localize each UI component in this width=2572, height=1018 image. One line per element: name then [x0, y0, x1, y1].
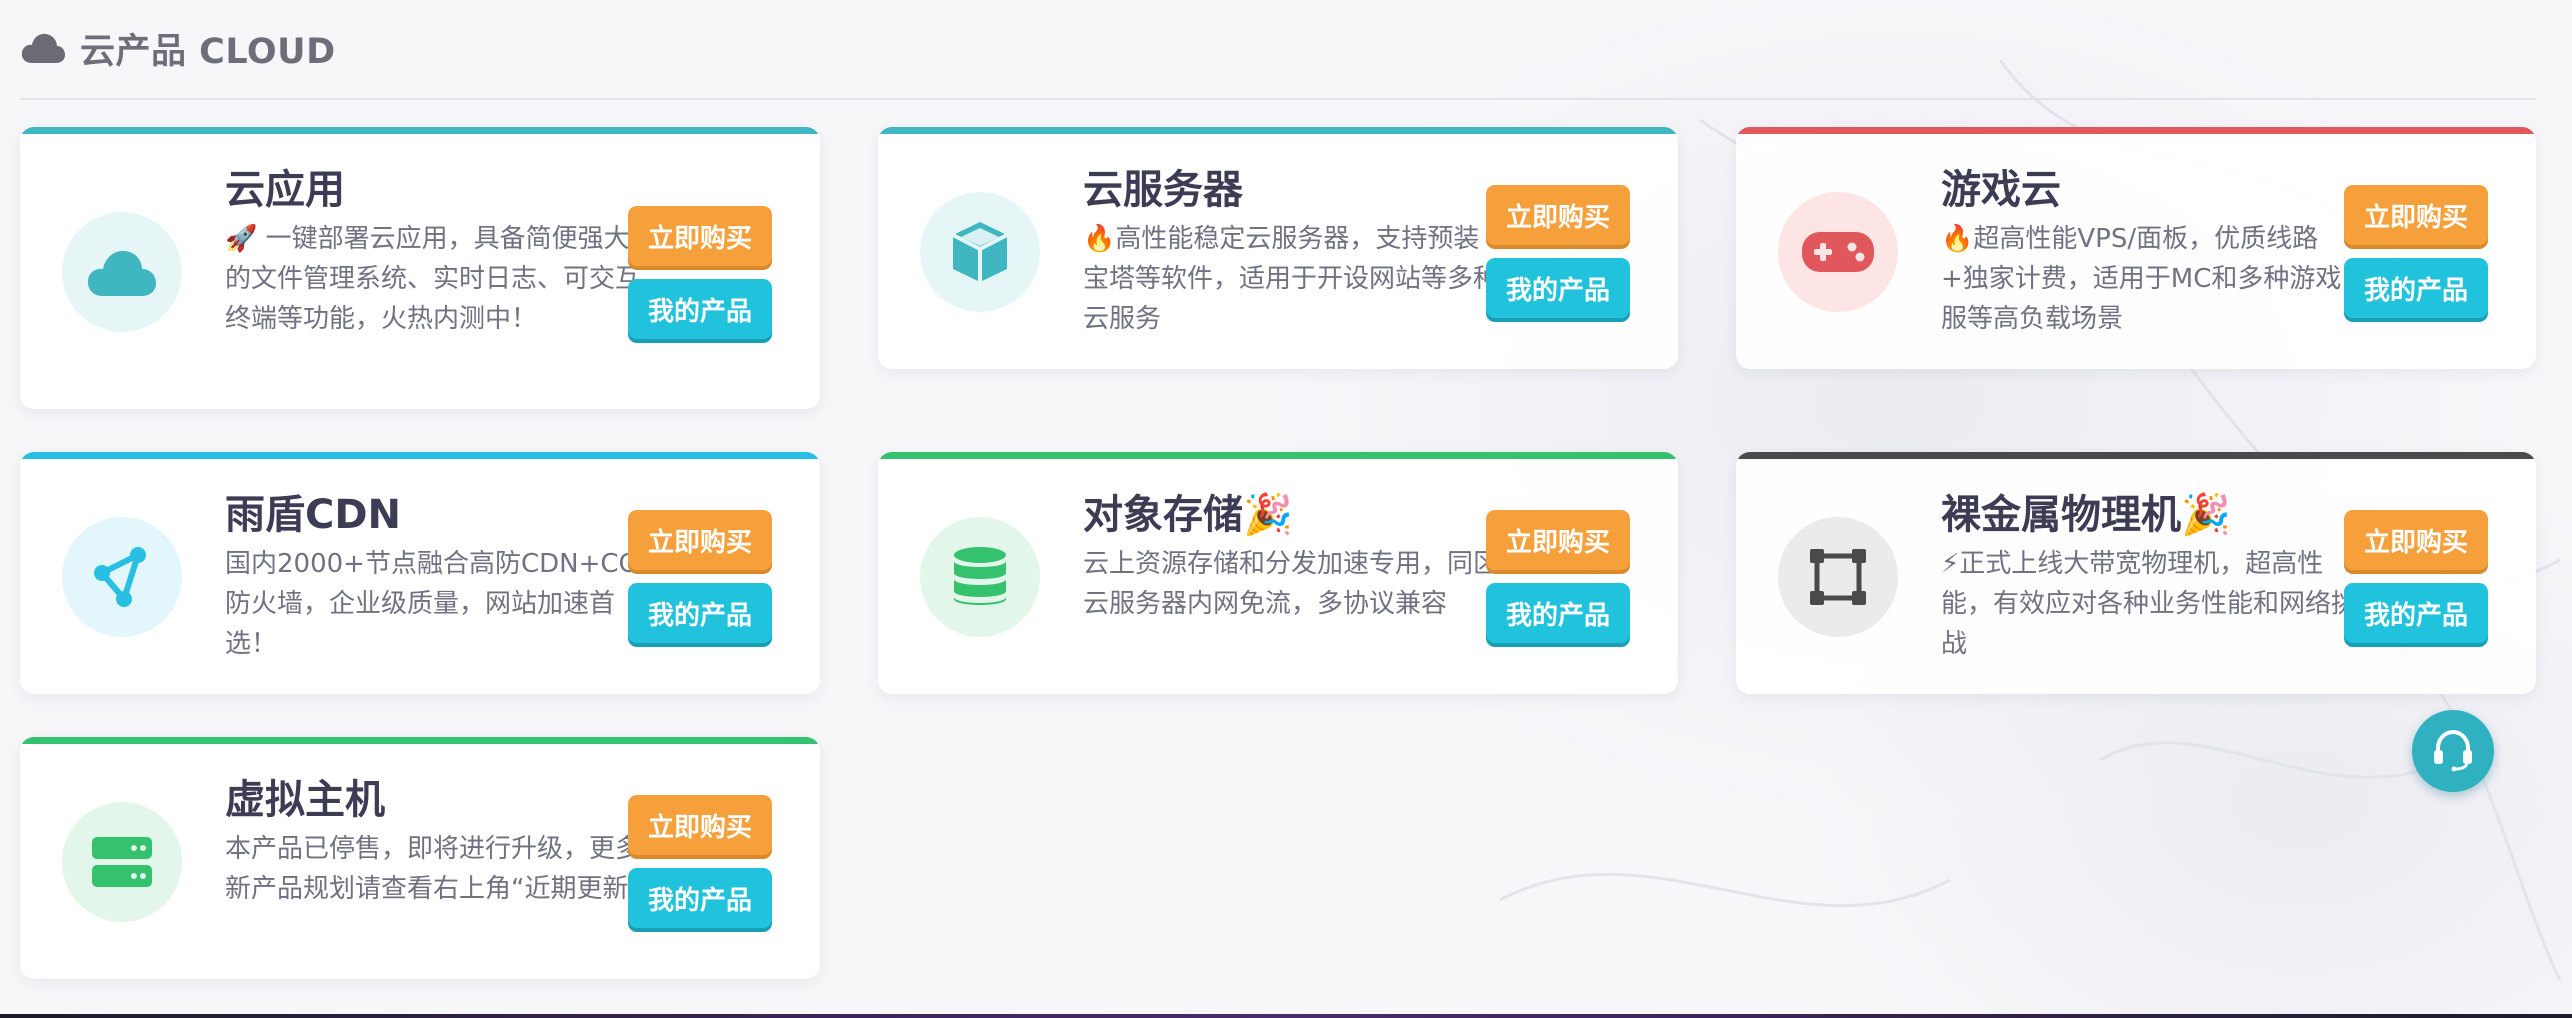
- product-description: 🔥高性能稳定云服务器，支持预装宝塔等软件，适用于开设网站等多种云服务: [1083, 224, 1500, 334]
- product-title: 云应用: [225, 167, 345, 213]
- card-accent-bar: [1736, 127, 2536, 134]
- product-title: 对象存储🎉: [1083, 492, 1293, 538]
- product-card-cdn: 雨盾CDN 国内2000+节点融合高防CDN+CC防火墙，企业级质量，网站加速首…: [20, 452, 820, 694]
- section-header: 云产品 CLOUD: [20, 18, 336, 78]
- product-card-cloud-app: 云应用 🚀 一键部署云应用，具备简便强大的文件管理系统、实时日志、可交互终端等功…: [20, 127, 820, 409]
- card-accent-bar: [20, 452, 820, 459]
- headset-icon: [2430, 726, 2476, 776]
- product-description: 🔥超高性能VPS/面板，优质线路+独家计费，适用于MC和多种游戏服等高负载场景: [1941, 224, 2342, 334]
- my-products-button[interactable]: 我的产品: [628, 279, 772, 339]
- my-products-button[interactable]: 我的产品: [2344, 583, 2488, 643]
- my-products-button[interactable]: 我的产品: [1486, 583, 1630, 643]
- buy-now-button[interactable]: 立即购买: [1486, 510, 1630, 570]
- product-card-object-storage: 对象存储🎉 云上资源存储和分发加速专用，同区云服务器内网免流，多协议兼容 立即购…: [878, 452, 1678, 694]
- server-icon: [62, 802, 182, 922]
- product-title: 云服务器: [1083, 167, 1243, 213]
- card-accent-bar: [878, 127, 1678, 134]
- my-products-button[interactable]: 我的产品: [628, 583, 772, 643]
- product-description: 国内2000+节点融合高防CDN+CC防火墙，企业级质量，网站加速首选！: [225, 549, 637, 659]
- database-icon: [920, 517, 1040, 637]
- product-description: 🚀 一键部署云应用，具备简便强大的文件管理系统、实时日志、可交互终端等功能，火热…: [225, 224, 642, 334]
- my-products-button[interactable]: 我的产品: [1486, 258, 1630, 318]
- cloud-icon: [62, 212, 182, 332]
- section-title: 云产品 CLOUD: [80, 31, 336, 72]
- cube-icon: [920, 192, 1040, 312]
- product-card-bare-metal: 裸金属物理机🎉 ⚡正式上线大带宽物理机，超高性能，有效应对各种业务性能和网络挑战…: [1736, 452, 2536, 694]
- cloud-icon: [20, 31, 66, 65]
- product-card-cloud-server: 云服务器 🔥高性能稳定云服务器，支持预装宝塔等软件，适用于开设网站等多种云服务 …: [878, 127, 1678, 369]
- product-description: ⚡正式上线大带宽物理机，超高性能，有效应对各种业务性能和网络挑战: [1941, 549, 2358, 659]
- product-title: 游戏云: [1941, 167, 2061, 213]
- product-card-game-cloud: 游戏云 🔥超高性能VPS/面板，优质线路+独家计费，适用于MC和多种游戏服等高负…: [1736, 127, 2536, 369]
- buy-now-button[interactable]: 立即购买: [2344, 185, 2488, 245]
- product-description: 云上资源存储和分发加速专用，同区云服务器内网免流，多协议兼容: [1083, 549, 1500, 619]
- buy-now-button[interactable]: 立即购买: [628, 206, 772, 266]
- gamepad-icon: [1778, 192, 1898, 312]
- vector-square-icon: [1778, 517, 1898, 637]
- product-title: 裸金属物理机🎉: [1941, 492, 2231, 538]
- product-title: 雨盾CDN: [225, 492, 402, 538]
- my-products-button[interactable]: 我的产品: [628, 868, 772, 928]
- customer-support-button[interactable]: [2412, 710, 2494, 792]
- buy-now-button[interactable]: 立即购买: [628, 795, 772, 855]
- buy-now-button[interactable]: 立即购买: [1486, 185, 1630, 245]
- product-card-virtual-host: 虚拟主机 本产品已停售，即将进行升级，更多新产品规划请查看右上角“近期更新” 立…: [20, 737, 820, 979]
- card-accent-bar: [1736, 452, 2536, 459]
- network-nodes-icon: [62, 517, 182, 637]
- my-products-button[interactable]: 我的产品: [2344, 258, 2488, 318]
- buy-now-button[interactable]: 立即购买: [2344, 510, 2488, 570]
- header-divider: [20, 98, 2536, 100]
- product-title: 虚拟主机: [225, 777, 385, 823]
- buy-now-button[interactable]: 立即购买: [628, 510, 772, 570]
- card-accent-bar: [878, 452, 1678, 459]
- bottom-strip: [0, 1014, 2572, 1018]
- product-description: 本产品已停售，即将进行升级，更多新产品规划请查看右上角“近期更新”: [225, 834, 642, 904]
- card-accent-bar: [20, 127, 820, 134]
- card-accent-bar: [20, 737, 820, 744]
